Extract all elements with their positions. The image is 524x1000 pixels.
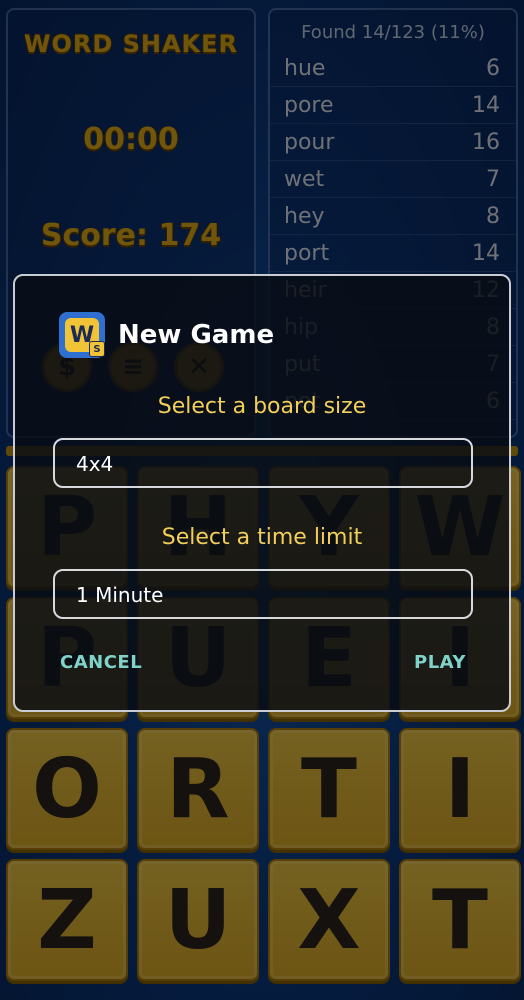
word-text: hue bbox=[284, 55, 326, 81]
new-game-dialog: WS New Game Select a board size 4x4 Sele… bbox=[13, 274, 511, 712]
word-score: 16 bbox=[472, 129, 500, 155]
app-logo: WORD SHAKER bbox=[23, 30, 239, 58]
list-item: pour 16 bbox=[270, 124, 516, 161]
word-score: 14 bbox=[472, 240, 500, 266]
list-item: wet 7 bbox=[270, 161, 516, 198]
letter-tile[interactable]: O bbox=[6, 728, 128, 850]
word-text: pore bbox=[284, 92, 334, 118]
score-display: Score: 174 bbox=[40, 218, 222, 253]
board-size-label: Select a board size bbox=[157, 394, 367, 419]
letter-tile[interactable]: X bbox=[268, 859, 390, 981]
cancel-button[interactable]: CANCEL bbox=[60, 652, 142, 673]
board-size-value: 4x4 bbox=[76, 452, 114, 476]
word-score: 6 bbox=[486, 55, 500, 81]
list-item: pore 14 bbox=[270, 87, 516, 124]
word-text: pour bbox=[284, 129, 335, 155]
list-item: port 14 bbox=[270, 235, 516, 272]
timer-display: 00:00 bbox=[83, 122, 179, 157]
time-limit-value: 1 Minute bbox=[76, 583, 164, 607]
board-size-select[interactable]: 4x4 bbox=[53, 438, 473, 488]
time-limit-label: Select a time limit bbox=[161, 525, 363, 550]
list-item: hue 6 bbox=[270, 50, 516, 87]
time-limit-select[interactable]: 1 Minute bbox=[53, 569, 473, 619]
word-score: 14 bbox=[472, 92, 500, 118]
word-score: 7 bbox=[486, 166, 500, 192]
letter-tile[interactable]: T bbox=[399, 859, 521, 981]
letter-tile[interactable]: Z bbox=[6, 859, 128, 981]
word-score: 8 bbox=[486, 203, 500, 229]
app-icon: WS bbox=[59, 312, 105, 358]
list-item: hey 8 bbox=[270, 198, 516, 235]
found-count-header: Found 14/123 (11%) bbox=[301, 22, 485, 43]
word-text: wet bbox=[284, 166, 325, 192]
dialog-title: New Game bbox=[118, 320, 275, 350]
letter-tile[interactable]: T bbox=[268, 728, 390, 850]
letter-tile[interactable]: I bbox=[399, 728, 521, 850]
word-text: hey bbox=[284, 203, 325, 229]
play-button[interactable]: PLAY bbox=[414, 652, 466, 673]
letter-tile[interactable]: U bbox=[137, 859, 259, 981]
letter-tile[interactable]: R bbox=[137, 728, 259, 850]
word-text: port bbox=[284, 240, 330, 266]
